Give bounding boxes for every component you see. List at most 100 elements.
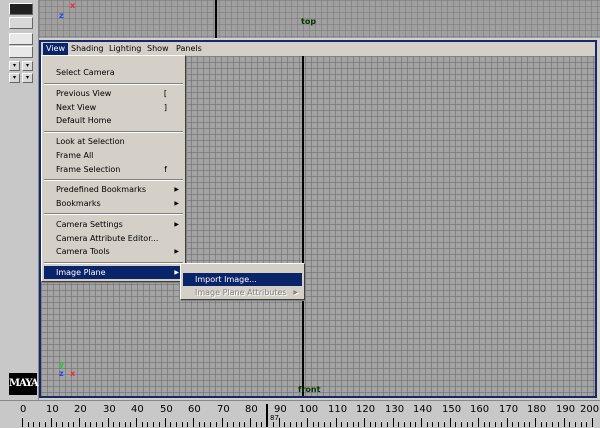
menu-item-label: Frame All (56, 151, 94, 160)
menu-view[interactable]: View (43, 43, 68, 55)
menu-item-previous-view[interactable]: Previous View [ (44, 87, 183, 100)
outliner-layout-icon[interactable] (9, 17, 33, 29)
top-axis-x-label: x (70, 1, 76, 10)
time-tick-minor (233, 422, 234, 427)
time-tick-minor (68, 422, 69, 427)
toolbox: ▾ ▾ ▾ ▾ MAYA (0, 0, 39, 400)
submenu-arrow-icon: ▶ (293, 289, 298, 296)
time-tick-minor (28, 422, 29, 427)
top-view-panel[interactable]: z x top (39, 0, 600, 38)
layout-dropdown-4[interactable]: ▾ (22, 73, 33, 83)
menu-item-next-view[interactable]: Next View] (44, 101, 183, 114)
grid-layout-icon[interactable] (9, 3, 33, 15)
time-tick-minor (546, 422, 547, 427)
time-tick-minor (33, 422, 34, 427)
maya-logo: MAYA (9, 373, 39, 395)
menu-item-camera-settings[interactable]: Camera Settings ▶ (44, 218, 183, 231)
menu-item-import-image[interactable]: Import Image... (183, 273, 302, 286)
time-tick-major (592, 418, 593, 427)
top-camera-label: top (301, 17, 317, 26)
menu-item-select-camera[interactable]: Select Camera (44, 66, 183, 79)
menu-item-bookmarks[interactable]: Bookmarks ▶ (44, 197, 183, 210)
time-tick-minor (501, 422, 502, 427)
menu-item-camera-tools[interactable]: Camera Tools ▶ (44, 245, 183, 258)
time-tick-label: 80 (245, 404, 258, 415)
time-tick-major (108, 418, 109, 427)
time-tick-major (165, 418, 166, 427)
time-tick-label: 0 (20, 404, 27, 415)
menu-item-camera-attribute-editor[interactable]: Camera Attribute Editor... (44, 232, 183, 245)
top-axis-z-label: z (59, 11, 64, 20)
layout-dropdown-2[interactable]: ▾ (22, 61, 33, 71)
time-tick-label: 50 (160, 404, 173, 415)
time-tick-minor (415, 422, 416, 427)
menu-separator (44, 131, 183, 133)
submenu-arrow-icon: ▶ (174, 200, 179, 207)
time-playhead[interactable] (266, 404, 268, 427)
time-tick-label: 190 (556, 404, 576, 415)
time-tick-minor (73, 422, 74, 427)
layout-dropdown-1[interactable]: ▾ (9, 61, 20, 71)
time-tick-minor (130, 422, 131, 427)
time-tick-minor (495, 422, 496, 427)
time-tick-minor (427, 422, 428, 427)
menu-separator (44, 262, 183, 264)
time-tick-minor (558, 422, 559, 427)
menu-item-label: Image Plane Attributes (195, 288, 287, 297)
time-tick-minor (187, 422, 188, 427)
layout-dropdown-3[interactable]: ▾ (9, 73, 20, 83)
time-tick-minor (176, 422, 177, 427)
time-tick-minor (518, 422, 519, 427)
menu-item-frame-all[interactable]: Frame All (44, 149, 183, 162)
submenu-arrow-icon: ▶ (174, 186, 179, 193)
time-tick-major (393, 418, 394, 427)
time-tick-label: 60 (188, 404, 201, 415)
time-tick-label: 180 (527, 404, 547, 415)
menu-shading[interactable]: Shading (68, 43, 107, 55)
menu-item-label: Camera Attribute Editor... (56, 234, 159, 243)
time-tick-minor (581, 422, 582, 427)
time-tick-major (364, 418, 365, 427)
time-tick-major (193, 418, 194, 427)
menu-item-shortcut: f (164, 165, 167, 174)
panel-menubar: View Shading Lighting Show Panels (41, 42, 595, 56)
time-tick-label: 40 (131, 404, 144, 415)
menu-item-image-plane-attributes[interactable]: Image Plane Attributes ▶ (183, 286, 302, 299)
time-tick-minor (62, 422, 63, 427)
menu-item-image-plane[interactable]: Image Plane ▶ (44, 266, 183, 279)
front-axis-y-label: y (59, 360, 65, 369)
menu-item-default-home[interactable]: Default Home (44, 114, 183, 127)
menu-show[interactable]: Show (144, 43, 172, 55)
time-tick-minor (586, 422, 587, 427)
menu-item-look-at-selection[interactable]: Look at Selection (44, 135, 183, 148)
time-tick-minor (239, 422, 240, 427)
time-tick-minor (56, 422, 57, 427)
time-tick-minor (381, 422, 382, 427)
time-tick-minor (489, 422, 490, 427)
time-tick-major (421, 418, 422, 427)
persp-layout-icon[interactable] (9, 33, 33, 45)
time-tick-major (507, 418, 508, 427)
time-tick-minor (39, 422, 40, 427)
menu-item-predefined-bookmarks[interactable]: Predefined Bookmarks ▶ (44, 183, 183, 196)
time-tick-minor (541, 422, 542, 427)
time-tick-minor (96, 422, 97, 427)
time-tick-minor (404, 422, 405, 427)
menu-item-frame-selection[interactable]: Frame Selection f (44, 163, 183, 176)
time-tick-minor (432, 422, 433, 427)
menu-lighting[interactable]: Lighting (106, 43, 144, 55)
front-axis-z-label: z (59, 369, 64, 378)
menu-item-label: Select Camera (56, 68, 115, 77)
time-tick-label: 30 (103, 404, 116, 415)
menu-item-label: Bookmarks (56, 199, 101, 208)
menu-item-shortcut: [ (163, 89, 167, 98)
menu-separator (44, 179, 183, 181)
menu-separator (44, 213, 183, 215)
time-tick-minor (216, 422, 217, 427)
menu-item-label: Image Plane (56, 268, 106, 277)
menu-panels[interactable]: Panels (173, 43, 205, 55)
time-tick-minor (90, 422, 91, 427)
graph-layout-icon[interactable] (9, 46, 33, 58)
time-tick-minor (461, 422, 462, 427)
menu-item-label: Previous View (56, 89, 112, 98)
